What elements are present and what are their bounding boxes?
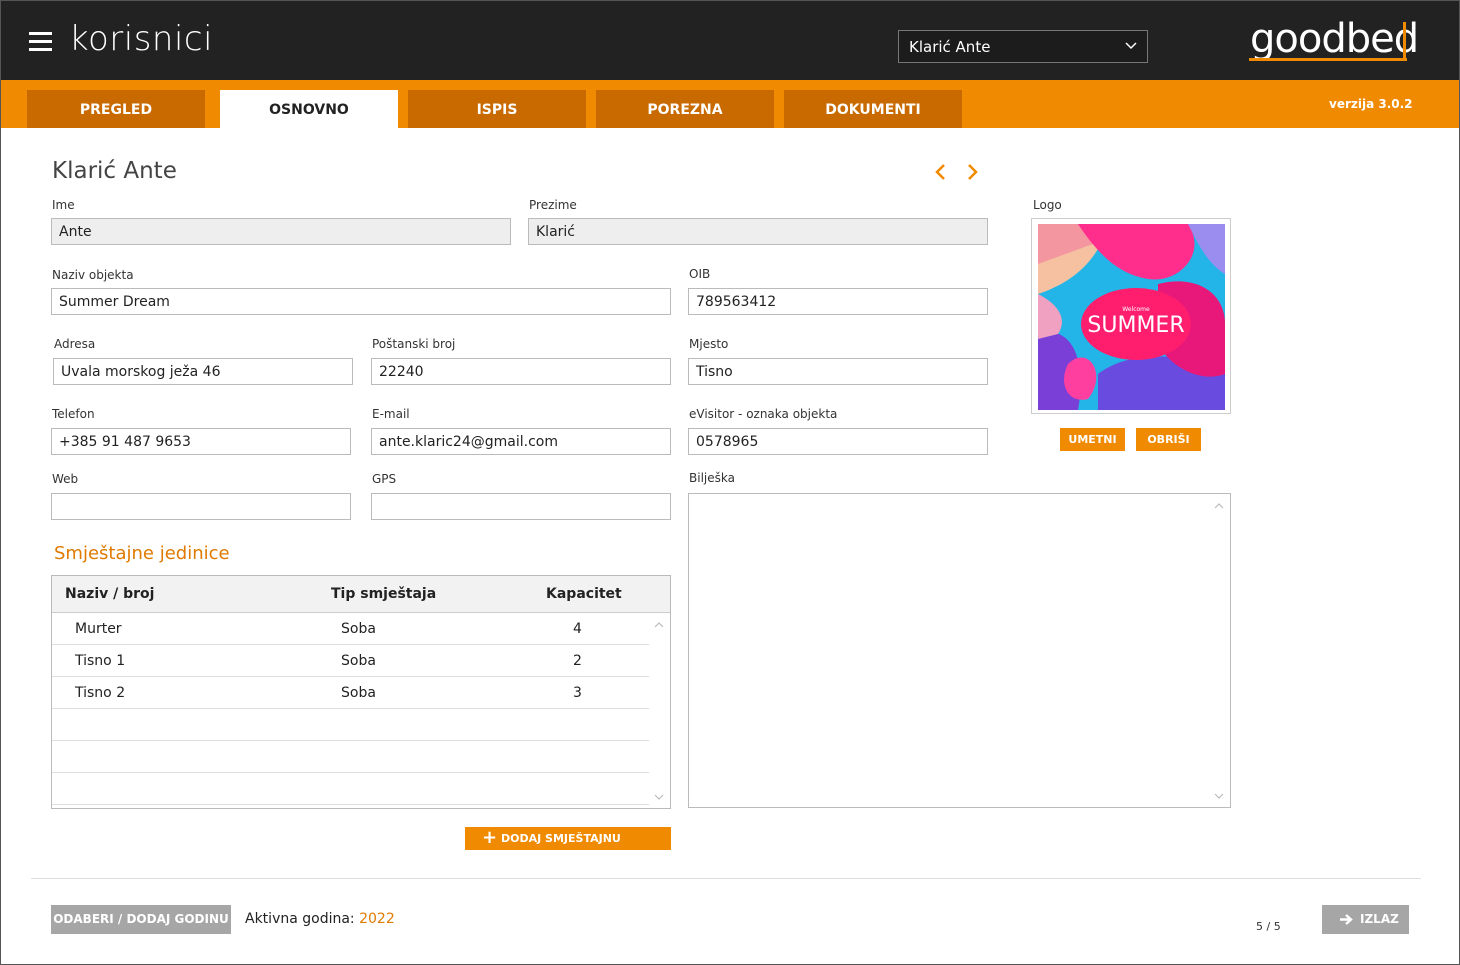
footer-divider bbox=[31, 878, 1421, 879]
units-section-title: Smještajne jedinice bbox=[54, 543, 230, 564]
obrisi-button[interactable]: OBRIŠI bbox=[1136, 428, 1201, 451]
cell-kapacitet: 4 bbox=[573, 621, 582, 637]
table-row-empty bbox=[52, 741, 649, 773]
units-table: Naziv / broj Tip smještaja Kapacitet Mur… bbox=[51, 575, 671, 809]
scroll-down-icon[interactable] bbox=[1214, 793, 1224, 800]
naziv-objekta-field[interactable]: Summer Dream bbox=[51, 288, 671, 315]
exit-button[interactable]: IZLAZ bbox=[1322, 905, 1409, 934]
biljeska-label: Bilješka bbox=[689, 471, 735, 485]
previous-record-icon[interactable] bbox=[931, 162, 949, 182]
plus-icon: + bbox=[482, 827, 498, 848]
ime-label: Ime bbox=[52, 198, 75, 212]
ime-field[interactable]: Ante bbox=[51, 218, 511, 245]
gps-field[interactable] bbox=[371, 493, 671, 520]
add-unit-button[interactable]: + DODAJ SMJEŠTAJNU JEDINICU bbox=[465, 827, 671, 868]
table-row[interactable]: Murter Soba 4 bbox=[52, 613, 649, 645]
logo-label: Logo bbox=[1033, 198, 1062, 212]
tab-dokumenti[interactable]: DOKUMENTI bbox=[784, 90, 962, 128]
naziv-objekta-label: Naziv objekta bbox=[52, 268, 134, 282]
logo-summer-text: SUMMER bbox=[1087, 313, 1184, 338]
user-select[interactable]: Klarić Ante bbox=[898, 30, 1148, 63]
table-row-empty bbox=[52, 709, 649, 741]
col-kapacitet[interactable]: Kapacitet bbox=[546, 586, 622, 602]
umetni-button[interactable]: UMETNI bbox=[1060, 428, 1125, 451]
scroll-up-icon[interactable] bbox=[654, 621, 664, 628]
mjesto-field[interactable]: Tisno bbox=[688, 358, 988, 385]
telefon-label: Telefon bbox=[52, 407, 95, 421]
scroll-down-icon[interactable] bbox=[654, 794, 664, 801]
biljeska-textarea[interactable] bbox=[688, 493, 1231, 808]
adresa-label: Adresa bbox=[54, 337, 96, 351]
logo-bar bbox=[1403, 22, 1406, 61]
scroll-up-icon[interactable] bbox=[1214, 502, 1224, 509]
telefon-field[interactable]: +385 91 487 9653 bbox=[51, 428, 351, 455]
active-year-label: Aktivna godina: bbox=[245, 911, 355, 927]
brand-logo: goodbed bbox=[1250, 16, 1419, 62]
cell-tip: Soba bbox=[341, 653, 376, 669]
tab-osnovno[interactable]: OSNOVNO bbox=[220, 90, 398, 128]
page-title: Klarić Ante bbox=[52, 158, 177, 184]
tab-ispis[interactable]: ISPIS bbox=[408, 90, 586, 128]
tab-bar: PREGLED OSNOVNO ISPIS POREZNA DOKUMENTI … bbox=[1, 80, 1459, 128]
prezime-field[interactable]: Klarić bbox=[528, 218, 988, 245]
top-bar: korisnici Klarić Ante goodbed bbox=[1, 1, 1459, 80]
cell-kapacitet: 3 bbox=[573, 685, 582, 701]
web-label: Web bbox=[52, 472, 79, 486]
active-year-value: 2022 bbox=[359, 911, 395, 927]
summer-logo-image: Welcome SUMMER bbox=[1038, 224, 1225, 410]
table-row[interactable]: Tisno 1 Soba 2 bbox=[52, 645, 649, 677]
active-year: Aktivna godina: 2022 bbox=[245, 911, 395, 927]
col-tip[interactable]: Tip smještaja bbox=[331, 586, 436, 602]
oib-label: OIB bbox=[689, 267, 711, 281]
email-field[interactable]: ante.klaric24@gmail.com bbox=[371, 428, 671, 455]
exit-label: IZLAZ bbox=[1360, 912, 1399, 926]
arrow-right-icon bbox=[1340, 914, 1353, 925]
cell-naziv: Murter bbox=[75, 621, 122, 637]
chevron-down-icon bbox=[1125, 42, 1137, 50]
tab-porezna[interactable]: POREZNA bbox=[596, 90, 774, 128]
menu-icon[interactable] bbox=[29, 32, 52, 52]
evisitor-field[interactable]: 0578965 bbox=[688, 428, 988, 455]
gps-label: GPS bbox=[372, 472, 397, 486]
oib-field[interactable]: 789563412 bbox=[688, 288, 988, 315]
cell-naziv: Tisno 1 bbox=[75, 653, 126, 669]
cell-kapacitet: 2 bbox=[573, 653, 582, 669]
tab-pregled[interactable]: PREGLED bbox=[27, 90, 205, 128]
select-year-button[interactable]: ODABERI / DODAJ GODINU bbox=[51, 905, 231, 934]
postanski-broj-field[interactable]: 22240 bbox=[371, 358, 671, 385]
cell-naziv: Tisno 2 bbox=[75, 685, 126, 701]
logo-image-box: Welcome SUMMER bbox=[1031, 218, 1231, 414]
app-title: korisnici bbox=[69, 19, 214, 59]
cell-tip: Soba bbox=[341, 621, 376, 637]
version-label: verzija 3.0.2 bbox=[1329, 97, 1413, 111]
user-select-value: Klarić Ante bbox=[909, 38, 991, 56]
table-header: Naziv / broj Tip smještaja Kapacitet bbox=[52, 576, 670, 613]
prezime-label: Prezime bbox=[529, 198, 577, 212]
adresa-field[interactable]: Uvala morskog ježa 46 bbox=[53, 358, 353, 385]
next-record-icon[interactable] bbox=[964, 162, 982, 182]
web-field[interactable] bbox=[51, 493, 351, 520]
email-label: E-mail bbox=[372, 407, 410, 421]
evisitor-label: eVisitor - oznaka objekta bbox=[689, 407, 838, 421]
mjesto-label: Mjesto bbox=[689, 337, 729, 351]
cell-tip: Soba bbox=[341, 685, 376, 701]
table-row-empty bbox=[52, 773, 649, 805]
postanski-broj-label: Poštanski broj bbox=[372, 337, 456, 351]
logo-underline bbox=[1249, 58, 1407, 61]
page-counter: 5 / 5 bbox=[1256, 920, 1281, 933]
col-naziv[interactable]: Naziv / broj bbox=[65, 586, 154, 602]
logo-welcome-text: Welcome bbox=[1122, 306, 1150, 313]
table-row[interactable]: Tisno 2 Soba 3 bbox=[52, 677, 649, 709]
